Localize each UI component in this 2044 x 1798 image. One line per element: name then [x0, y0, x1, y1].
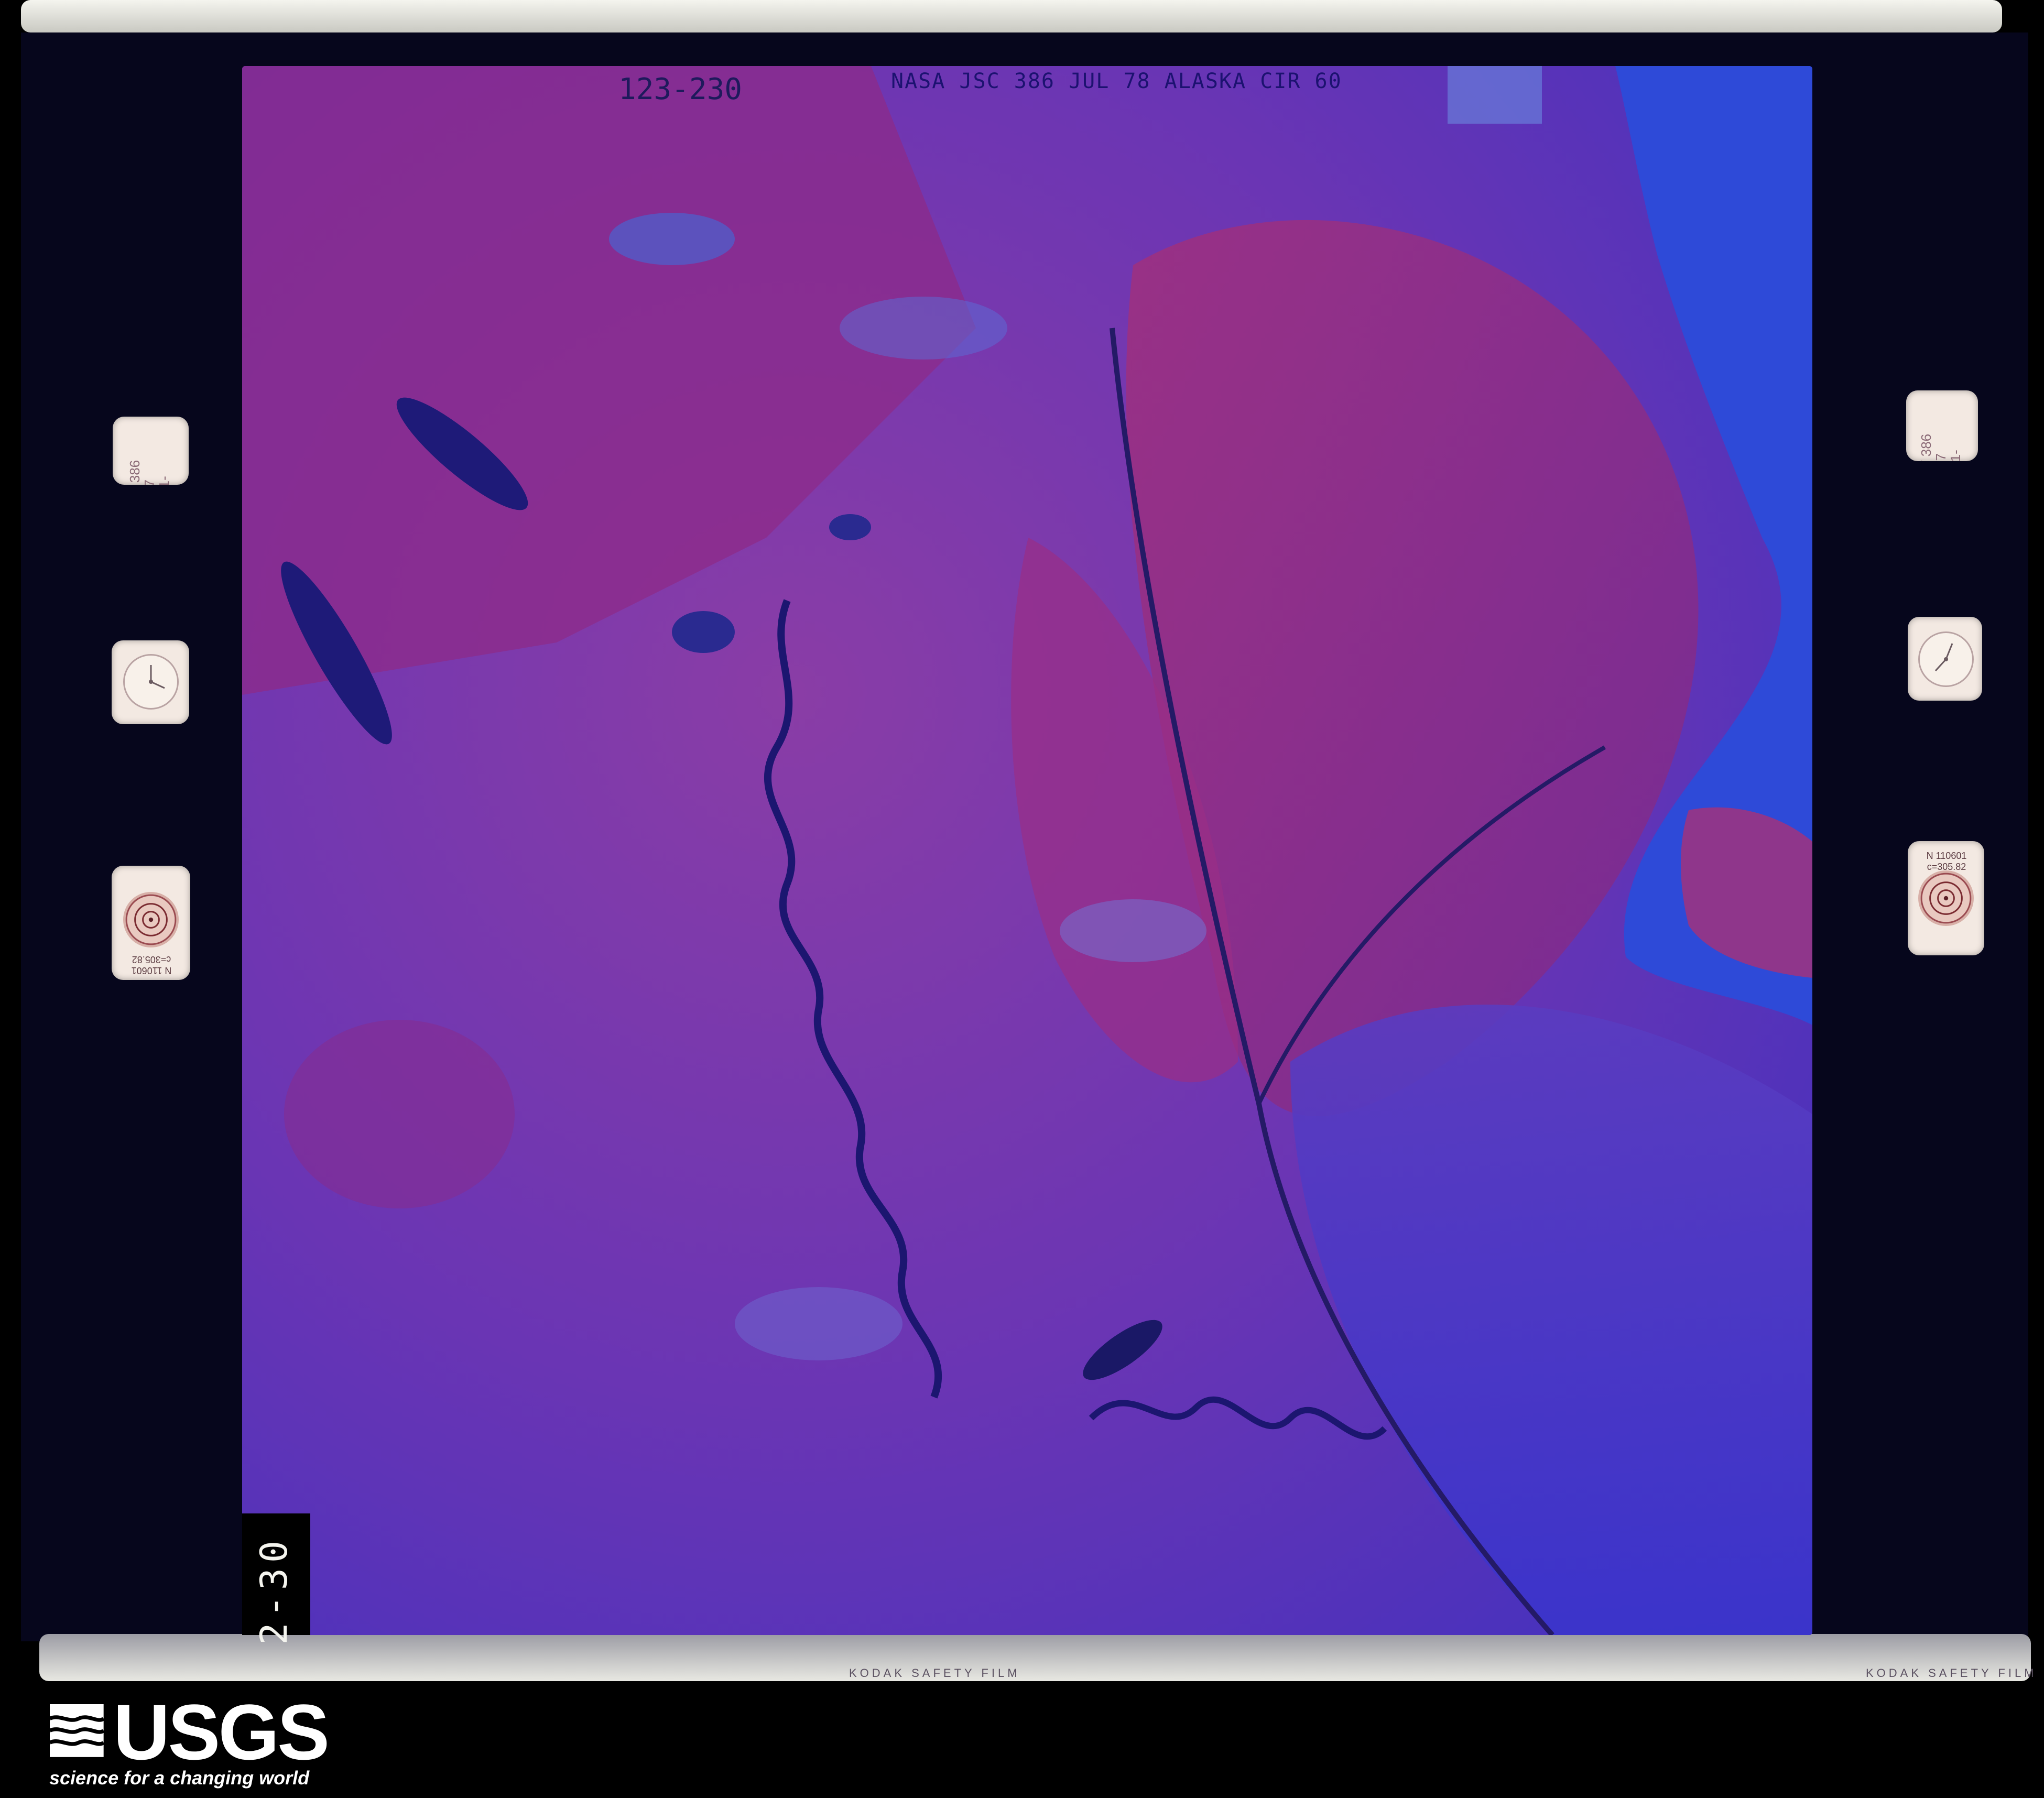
usgs-tagline: science for a changing world [49, 1767, 310, 1789]
clock-icon [123, 654, 179, 710]
fiducial-target-icon [123, 892, 179, 947]
left-clock-card [112, 640, 189, 724]
left-lens-label: N 110601 c=305.82 [131, 954, 172, 976]
usgs-logo-word: USGS [113, 1688, 330, 1776]
left-target-card: N 110601 c=305.82 [112, 866, 190, 980]
aerial-photo-frame [242, 66, 1812, 1635]
left-label-card-text: MY 386 FJ-7 7-11- [127, 460, 172, 485]
right-label-card-text: MY 386 FJ-7 7-11- [1918, 433, 1963, 461]
right-clock-card [1908, 617, 1982, 701]
aerial-photo-image [242, 66, 1812, 1635]
film-header-text: NASA JSC 386 JUL 78 ALASKA CIR 60 [891, 69, 1342, 93]
right-lens-label: N 110601 c=305.82 [1926, 851, 1967, 872]
right-label-card: MY 386 FJ-7 7-11- [1906, 390, 1978, 461]
edge-print-right: KODAK SAFETY FILM [1866, 1666, 2037, 1680]
usgs-wave-icon [49, 1704, 105, 1757]
frame-id-label: 123-230 [618, 72, 743, 106]
right-target-card: N 110601 c=305.82 [1908, 841, 1984, 955]
film-rail-bottom [39, 1634, 2031, 1681]
frame-number: 2-30 [253, 1535, 296, 1645]
film-strip: 123-230 NASA JSC 386 JUL 78 ALASKA CIR 6… [0, 0, 2044, 1708]
clock-icon [1918, 631, 1974, 687]
left-label-card: MY 386 FJ-7 7-11- [113, 417, 189, 485]
edge-print-left: KODAK SAFETY FILM [849, 1666, 1020, 1680]
fiducial-target-icon [1918, 870, 1974, 926]
film-rail-top [21, 0, 2002, 32]
